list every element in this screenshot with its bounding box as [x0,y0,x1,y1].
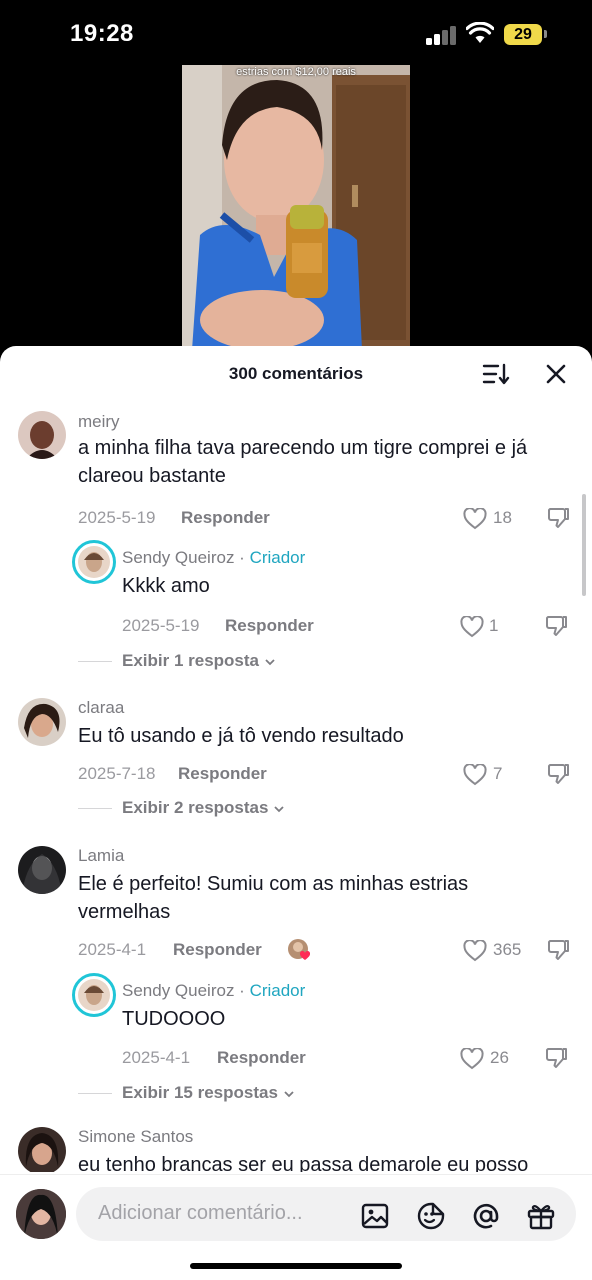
reply-username[interactable]: Sendy Queiroz · Criador [122,981,305,1001]
divider [78,808,112,809]
view-replies-button[interactable]: Exibir 2 respostas [122,798,285,818]
emoji-sticker-icon[interactable] [416,1201,446,1231]
comments-list[interactable]: meiry a minha filha tava parecendo um ti… [0,402,592,1172]
dislike-icon[interactable] [546,762,570,786]
comment-input-bar: Adicionar comentário... [0,1174,592,1280]
separator: · [234,548,250,567]
reply-text: TUDOOOO [122,1008,226,1030]
sort-icon[interactable] [482,362,510,386]
home-indicator [190,1263,402,1269]
comment-username[interactable]: claraa [78,698,124,718]
comment-input-placeholder: Adicionar comentário... [98,1202,303,1224]
gift-icon[interactable] [526,1201,556,1231]
comment-input[interactable]: Adicionar comentário... [76,1187,576,1241]
comment-username[interactable]: Lamia [78,846,124,866]
like-count: 7 [493,764,503,783]
heart-icon[interactable] [460,1048,484,1070]
comment-text: eu tenho brancas ser eu passa demarole e… [78,1154,529,1172]
avatar[interactable] [18,411,66,459]
reply-text: Kkkk amo [122,575,210,597]
heart-icon[interactable] [463,940,487,962]
like-count: 18 [493,508,512,527]
status-time: 19:28 [70,20,134,47]
creator-liked-icon [287,938,311,962]
creator-avatar[interactable] [72,973,116,1017]
like-count: 365 [493,940,522,959]
scrollbar[interactable] [582,494,586,596]
video-caption: estrias com $12,00 reais [236,66,356,78]
battery-icon: 29 [504,24,542,45]
chevron-down-icon [265,658,275,665]
view-replies-label: Exibir 1 resposta [122,651,260,670]
reply-button[interactable]: Responder [217,1048,306,1068]
comments-sheet: 300 comentários meiry a minha filha tava… [0,346,592,1280]
chevron-down-icon [274,805,284,812]
dislike-icon[interactable] [544,1046,568,1070]
comment-date: 2025-7-18 [78,764,156,783]
like-count: 1 [489,616,499,635]
dislike-icon[interactable] [546,506,570,530]
dislike-icon[interactable] [546,938,570,962]
reply-button[interactable]: Responder [173,940,262,960]
reply-username[interactable]: Sendy Queiroz · Criador [122,548,305,568]
view-replies-button[interactable]: Exibir 15 respostas [122,1083,295,1103]
video-frame-image [182,65,410,350]
video-player[interactable]: estrias com $12,00 reais [182,65,410,350]
comment-username[interactable]: Simone Santos [78,1127,193,1147]
image-icon[interactable] [360,1201,390,1231]
comment-date: 2025-4-1 [78,940,147,959]
creator-badge: Criador [249,981,306,1000]
divider [78,1093,112,1094]
wifi-icon [466,22,494,43]
view-replies-label: Exibir 2 respostas [122,798,269,817]
avatar[interactable] [18,698,66,746]
reply-button[interactable]: Responder [178,764,267,784]
like-count: 26 [490,1048,509,1067]
comment-text: Ele é perfeito! Sumiu com as minhas estr… [78,873,469,923]
comment-text: a minha filha tava parecendo um tigre co… [78,437,528,487]
dislike-icon[interactable] [544,614,568,638]
reply-username-text: Sendy Queiroz [122,981,235,1000]
avatar[interactable] [18,846,66,894]
battery-tip [544,30,547,38]
reply-button[interactable]: Responder [225,616,314,636]
view-replies-button[interactable]: Exibir 1 resposta [122,651,276,671]
divider [78,661,112,662]
heart-icon[interactable] [460,616,484,638]
creator-avatar[interactable] [72,540,116,584]
my-avatar[interactable] [16,1189,66,1239]
status-bar: 19:28 29 [0,0,592,66]
reply-username-text: Sendy Queiroz [122,548,235,567]
mention-icon[interactable] [471,1201,501,1231]
comment-username[interactable]: meiry [78,412,120,432]
reply-date: 2025-5-19 [122,616,200,635]
comment-date: 2025-5-19 [78,508,156,527]
reply-date: 2025-4-1 [122,1048,191,1067]
reply-button[interactable]: Responder [181,508,270,528]
heart-icon[interactable] [463,508,487,530]
comment-text: Eu tô usando e já tô vendo resultado [78,725,404,747]
chevron-down-icon [284,1090,294,1097]
creator-badge: Criador [249,548,306,567]
separator: · [234,981,250,1000]
heart-icon[interactable] [463,764,487,786]
cellular-signal-icon [426,25,458,45]
avatar[interactable] [18,1127,66,1172]
close-icon[interactable] [543,361,569,387]
view-replies-label: Exibir 15 respostas [122,1083,278,1102]
